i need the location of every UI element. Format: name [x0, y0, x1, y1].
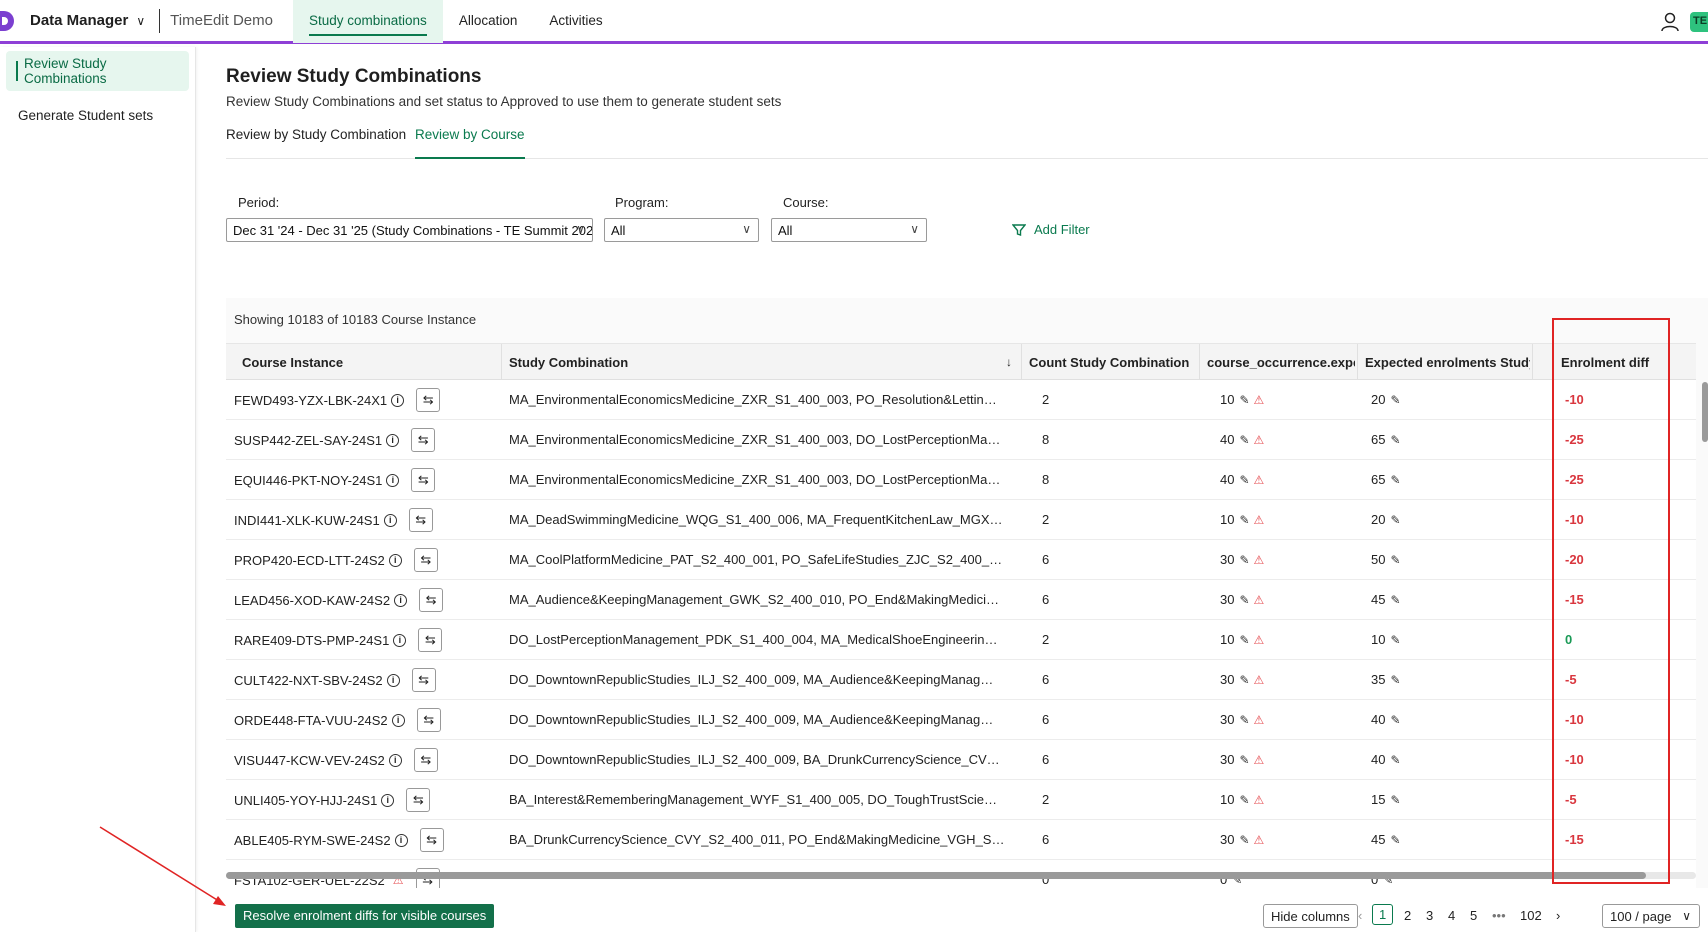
annotation-arrow — [99, 826, 226, 906]
